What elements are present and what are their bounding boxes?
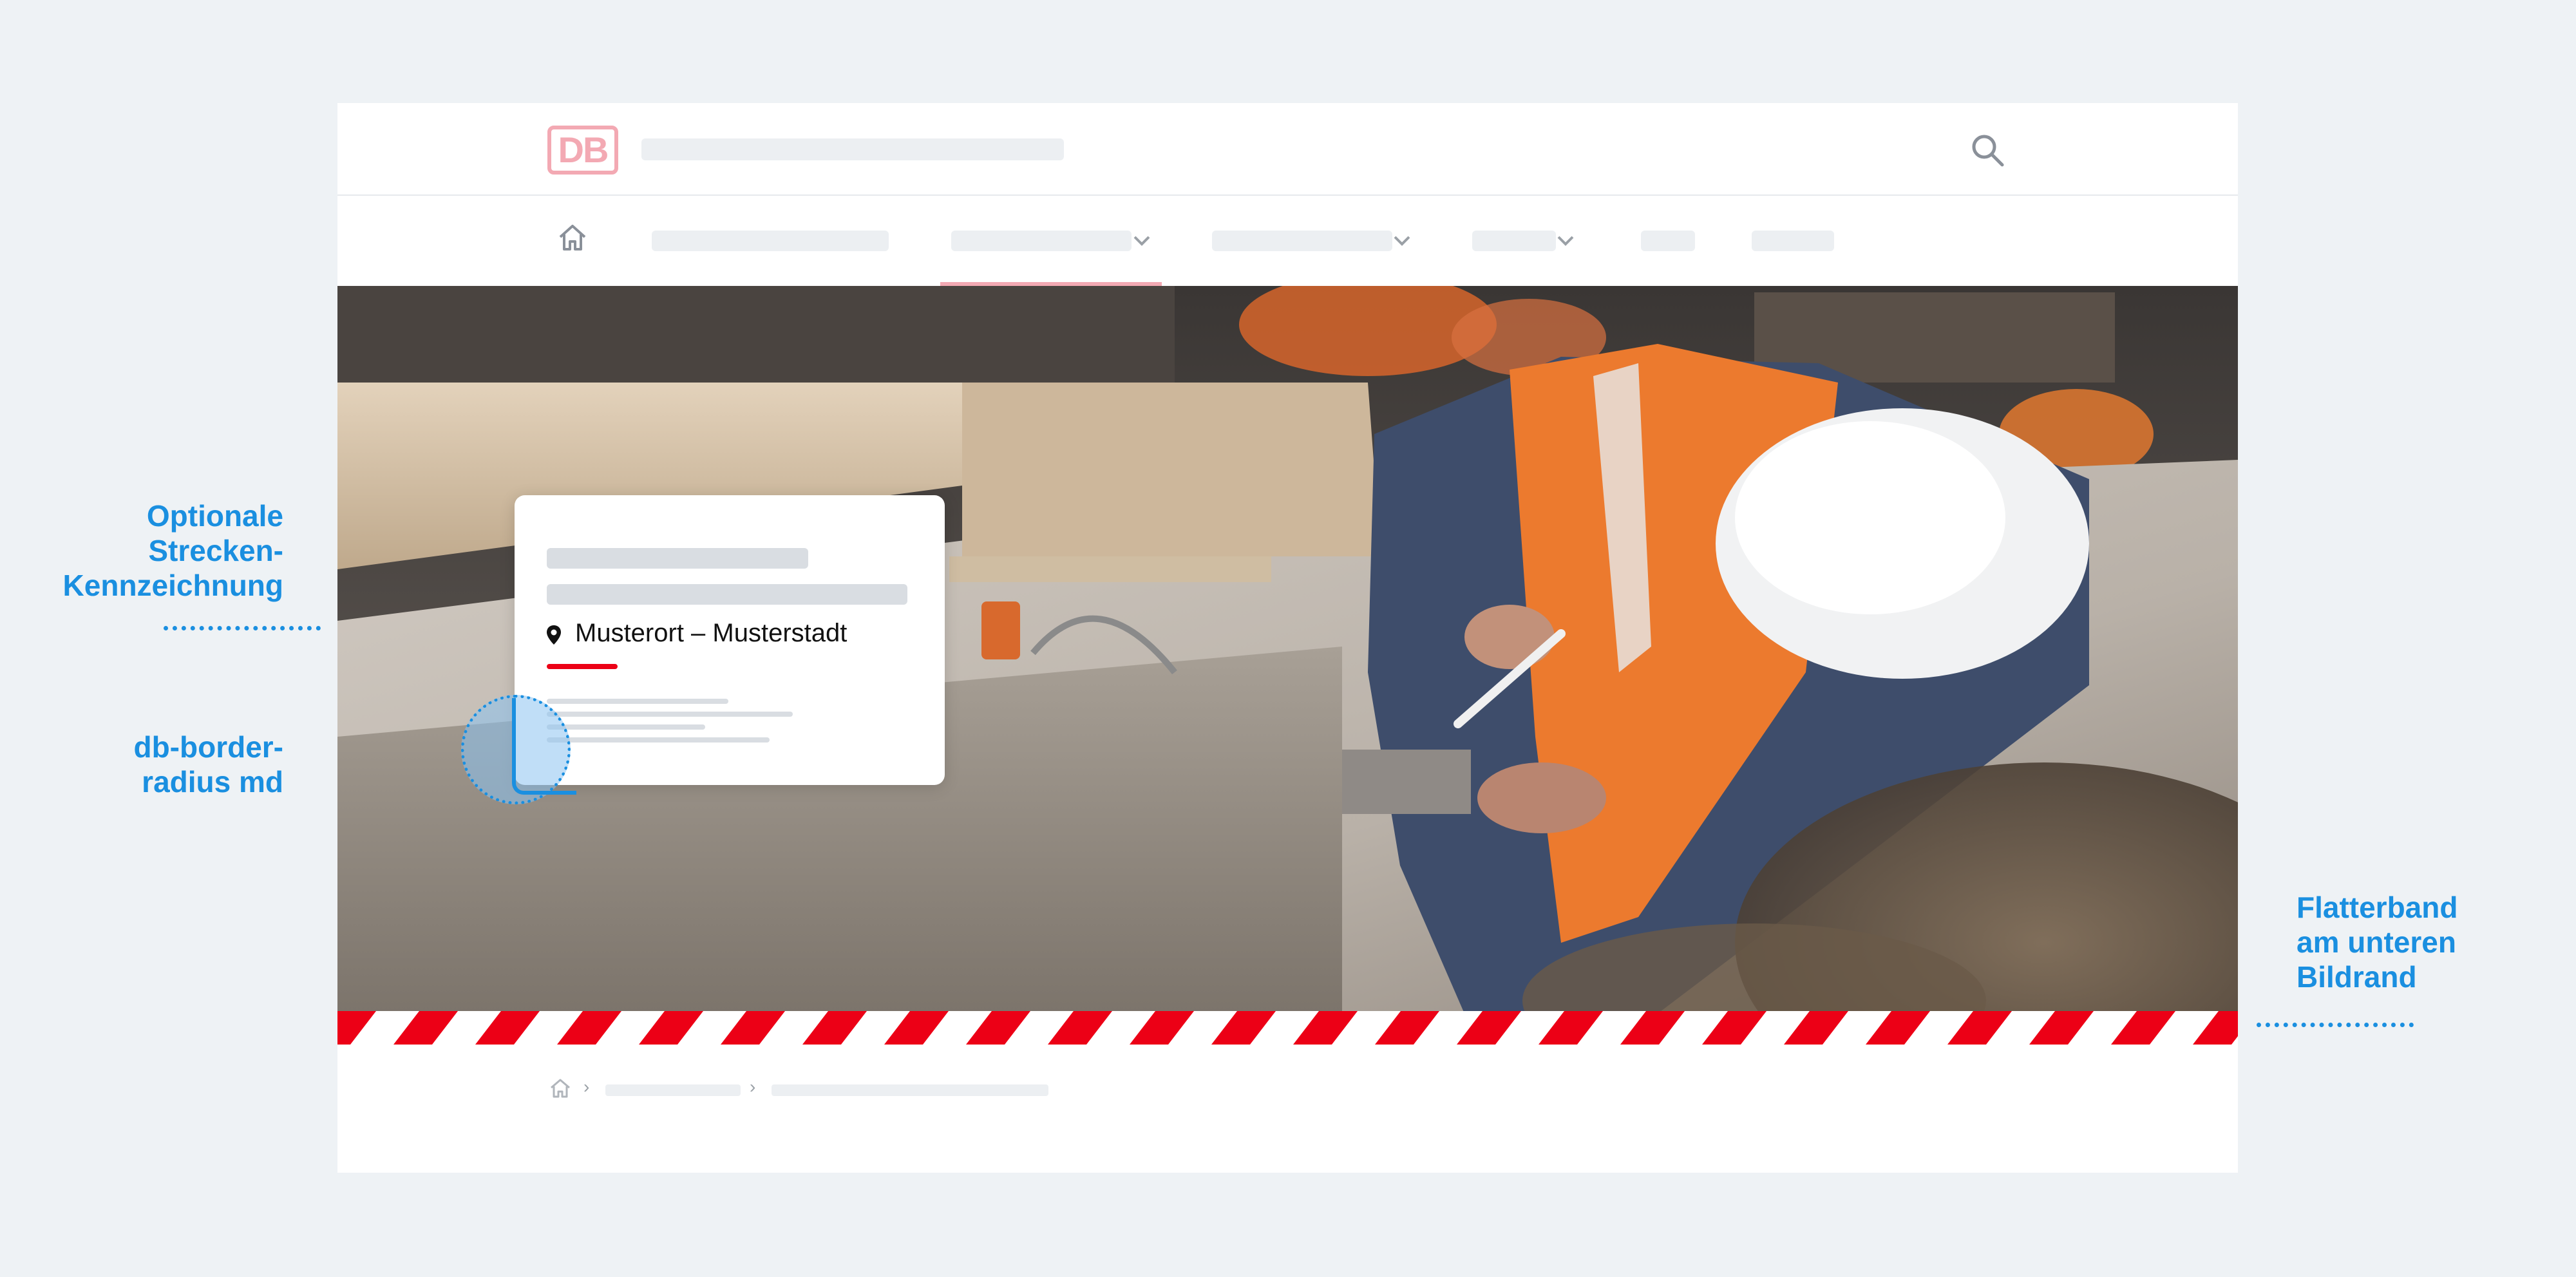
annotation-tape-line <box>2257 1023 2414 1027</box>
chevron-down-icon <box>1557 236 1574 246</box>
annotation-route-line <box>164 626 321 630</box>
search-icon[interactable] <box>1969 131 2007 170</box>
annotation-tape-label: Flatterband am unteren Bildrand <box>2297 891 2458 994</box>
nav-item-2[interactable] <box>951 231 1132 251</box>
nav-item-5[interactable] <box>1641 231 1695 251</box>
main-navigation <box>337 196 2238 286</box>
home-icon[interactable] <box>556 222 589 254</box>
page-frame: DB Musterort – Musterstadt › › <box>337 103 2238 1173</box>
teaser-card[interactable]: Musterort – Musterstadt <box>515 495 945 785</box>
nav-item-4[interactable] <box>1472 231 1556 251</box>
annotation-radius-label: db-border- radius md <box>133 730 283 799</box>
chevron-down-icon <box>1133 236 1150 246</box>
hero-image: Musterort – Musterstadt <box>337 286 2238 1014</box>
nav-item-1[interactable] <box>652 231 889 251</box>
map-pin-icon <box>547 625 561 645</box>
border-radius-corner <box>512 698 576 795</box>
home-icon[interactable] <box>549 1077 572 1100</box>
breadcrumb-separator: › <box>583 1077 590 1097</box>
route-marker-line <box>547 664 618 669</box>
nav-item-6[interactable] <box>1752 231 1834 251</box>
breadcrumb-item-1[interactable] <box>605 1084 741 1096</box>
card-kicker-placeholder <box>547 548 808 569</box>
top-header: DB <box>337 103 2238 196</box>
card-headline-placeholder <box>547 584 907 605</box>
card-text-line-4 <box>547 737 770 743</box>
caution-tape <box>337 1011 2238 1045</box>
breadcrumb-item-2[interactable] <box>772 1084 1048 1096</box>
route-location: Musterort – Musterstadt <box>575 619 848 647</box>
nav-item-3[interactable] <box>1212 231 1392 251</box>
breadcrumb-separator: › <box>750 1077 756 1097</box>
chevron-down-icon <box>1394 236 1410 246</box>
annotation-route-label: Optionale Strecken- Kennzeichnung <box>62 499 283 602</box>
site-title-placeholder <box>641 138 1064 160</box>
card-text-line-2 <box>547 712 793 717</box>
db-logo[interactable]: DB <box>547 126 618 175</box>
